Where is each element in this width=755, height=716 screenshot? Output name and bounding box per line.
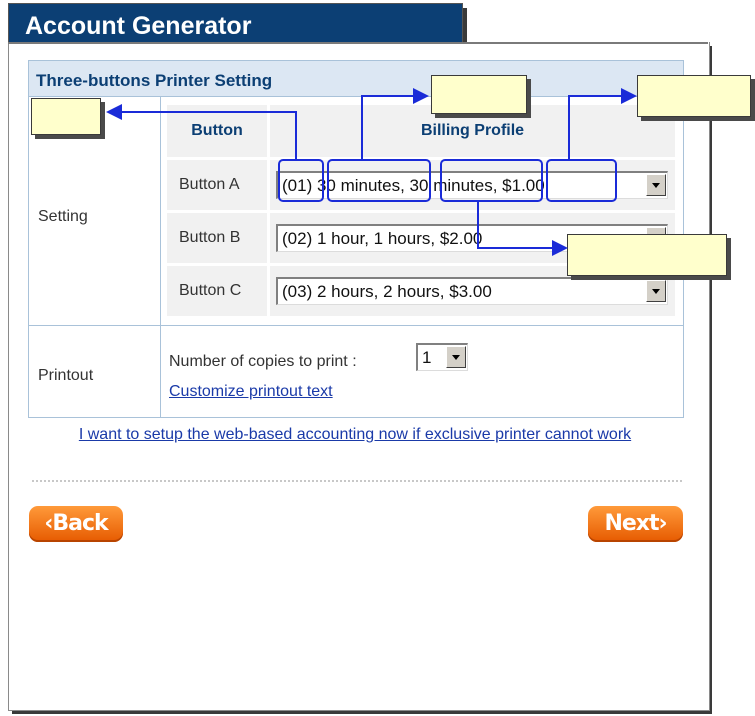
- row-label-button-b: Button B: [167, 213, 267, 263]
- select-value: (03) 2 hours, 2 hours, $3.00: [282, 282, 492, 301]
- select-value: 1: [422, 348, 432, 367]
- back-button[interactable]: ‹Back: [29, 506, 123, 542]
- dotted-divider: [32, 480, 682, 482]
- next-button[interactable]: Next›: [588, 506, 683, 542]
- select-value: (02) 1 hour, 1 hours, $2.00: [282, 229, 483, 248]
- customize-printout-link[interactable]: Customize printout text: [169, 383, 333, 401]
- callout-box: [637, 75, 751, 117]
- highlight-box: [546, 159, 617, 202]
- highlight-box: [440, 159, 543, 202]
- dropdown-arrow-icon[interactable]: [646, 280, 666, 302]
- title-tab-shadow: [463, 8, 467, 44]
- printout-label: Printout: [38, 367, 94, 384]
- column-header-button: Button: [167, 105, 267, 157]
- divider: [29, 325, 683, 326]
- web-accounting-link[interactable]: I want to setup the web-based accounting…: [40, 425, 670, 445]
- copies-label: Number of copies to print :: [169, 353, 357, 370]
- row-label-button-c: Button C: [167, 266, 267, 316]
- callout-box: [431, 75, 527, 114]
- callout-box: [567, 234, 727, 276]
- row-label-button-a: Button A: [167, 160, 267, 210]
- dropdown-arrow-icon[interactable]: [646, 174, 666, 196]
- dropdown-arrow-icon[interactable]: [446, 346, 466, 368]
- setting-label: Setting: [38, 208, 88, 225]
- divider: [160, 97, 161, 417]
- highlight-box: [278, 159, 324, 202]
- copies-select[interactable]: 1: [416, 343, 468, 371]
- frame-top-border: [8, 42, 708, 44]
- panel-title: Three-buttons Printer Setting: [29, 61, 683, 97]
- window-title: Account Generator: [8, 3, 463, 43]
- callout-box: [31, 98, 101, 135]
- billing-profile-select-c[interactable]: (03) 2 hours, 2 hours, $3.00: [276, 277, 668, 305]
- highlight-box: [327, 159, 431, 202]
